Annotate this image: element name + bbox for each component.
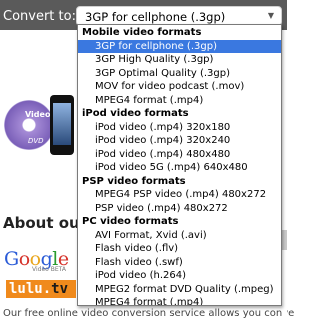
chevron-down-icon: ▼ — [267, 11, 275, 20]
dropdown-option[interactable]: MPEG4 PSP video (.mp4) 480x272 — [78, 188, 281, 202]
dropdown-option[interactable]: PSP video (.mp4) 480x272 — [78, 202, 281, 216]
dropdown-option[interactable]: MOV for video podcast (.mov) — [78, 80, 281, 94]
about-heading: About our — [3, 214, 88, 232]
disc-label: Video — [25, 110, 51, 119]
dvd-mark: DVD — [28, 137, 44, 145]
format-select-value: 3GP for cellphone (.3gp) — [85, 10, 226, 24]
optgroup-label: PSP video formats — [82, 175, 186, 187]
dropdown-option[interactable]: iPod video 5G (.mp4) 640x480 — [78, 161, 281, 175]
format-select[interactable]: 3GP for cellphone (.3gp) ▼ — [76, 6, 282, 26]
lulu-tv-logo[interactable]: lulu.tv — [6, 280, 76, 298]
optgroup-label: PC video formats — [82, 216, 179, 227]
dropdown-option[interactable]: Flash video (.flv) — [78, 242, 281, 256]
dropdown-option[interactable]: iPod video (.mp4) 320x180 — [78, 121, 281, 135]
format-dropdown-list[interactable]: Mobile video formats 3GP for cellphone (.… — [77, 24, 282, 306]
dropdown-option[interactable]: MPEG4 format (.mp4) — [78, 296, 281, 305]
lulu-tv-text: tv — [51, 281, 69, 297]
dropdown-option[interactable]: MPEG4 format (.mp4) — [78, 94, 281, 108]
footer-text: Our free online video conversion service… — [3, 308, 295, 319]
dropdown-option[interactable]: AVI Format, Xvid (.avi) — [78, 229, 281, 243]
optgroup-label: Mobile video formats — [82, 27, 202, 38]
google-letter: o — [18, 248, 30, 270]
dropdown-option[interactable]: iPod video (h.264) — [78, 269, 281, 283]
google-letter: G — [4, 248, 19, 270]
lulu-text: lulu. — [9, 281, 52, 297]
optgroup-label: iPod video formats — [82, 108, 189, 119]
dropdown-option[interactable]: MPEG2 format DVD Quality (.mpeg) — [78, 283, 281, 297]
phone-screen — [53, 103, 71, 145]
scrollbar-fragment[interactable] — [282, 230, 287, 250]
convert-to-label: Convert to: — [3, 9, 76, 24]
dropdown-option[interactable]: 3GP for cellphone (.3gp) — [78, 39, 281, 53]
google-video-sub: Video BETA — [32, 266, 66, 273]
dropdown-option[interactable]: Flash video (.swf) — [78, 256, 281, 270]
page-edge — [282, 30, 287, 320]
page-background — [0, 30, 76, 320]
dropdown-option[interactable]: 3GP High Quality (.3gp) — [78, 53, 281, 67]
dropdown-option[interactable]: iPod video (.mp4) 480x480 — [78, 148, 281, 162]
dropdown-option[interactable]: 3GP Optimal Quality (.3gp) — [78, 67, 281, 81]
dropdown-option[interactable]: iPod video (.mp4) 320x240 — [78, 134, 281, 148]
